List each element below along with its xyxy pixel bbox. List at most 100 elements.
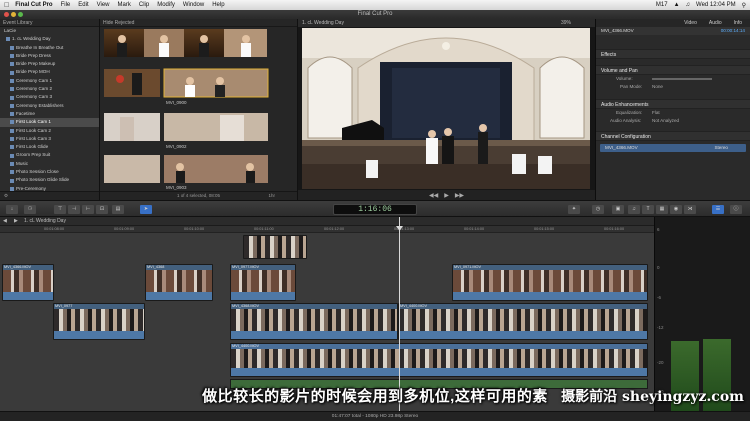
menu-view[interactable]: View bbox=[97, 2, 110, 8]
section-volume-pan[interactable]: Volume and Pan bbox=[596, 65, 750, 75]
event-item[interactable]: Ceremony Cam 2 bbox=[0, 85, 99, 93]
spotlight-icon[interactable]: ⚲ bbox=[742, 2, 746, 9]
select-tool-icon[interactable]: ➤ bbox=[140, 205, 152, 214]
zoom-icon[interactable] bbox=[18, 12, 23, 17]
clip-name: MVI_0977.MOV bbox=[232, 265, 260, 269]
thumb-mvi-0904a[interactable] bbox=[104, 155, 160, 183]
menubar-clock[interactable]: Wed 12:04 PM bbox=[696, 2, 736, 8]
event-item[interactable]: Bride Prep MOH bbox=[0, 68, 99, 76]
enhancements-icon[interactable]: ✦ bbox=[568, 205, 580, 214]
tab-info[interactable]: Info bbox=[734, 19, 742, 27]
transitions-icon[interactable]: ⋊ bbox=[684, 205, 696, 214]
menu-modify[interactable]: Modify bbox=[157, 2, 175, 8]
playhead[interactable] bbox=[399, 217, 400, 411]
close-icon[interactable] bbox=[4, 12, 9, 17]
event-item[interactable]: First Look Cam 3 bbox=[0, 135, 99, 143]
audio-video-icon[interactable]: ▤ bbox=[112, 205, 124, 214]
watermark: 摄影前沿 sheyingzyz.com bbox=[561, 389, 744, 405]
music-icon[interactable]: ♫ bbox=[628, 205, 640, 214]
photos-icon[interactable]: ▣ bbox=[612, 205, 624, 214]
next-icon[interactable]: ▶▶ bbox=[455, 192, 464, 199]
eq-row: Equalization: Flat bbox=[596, 109, 750, 117]
analysis-row: Audio Analysis: Not Analyzed bbox=[596, 117, 750, 125]
insert-clip-icon[interactable]: ⊣ bbox=[68, 205, 80, 214]
menu-app-name[interactable]: Final Cut Pro bbox=[15, 2, 52, 8]
timeline-clip[interactable]: MVI_4366.MOV bbox=[2, 264, 54, 301]
event-item[interactable]: Music bbox=[0, 160, 99, 168]
channel-config-row[interactable]: MVI_4366.MOV Stereo bbox=[600, 144, 746, 152]
library-project[interactable]: 1. cL Wedding Day bbox=[0, 35, 99, 43]
timeline-forward-icon[interactable]: ▶ bbox=[14, 217, 18, 226]
keyword-icon[interactable]: ⚆ bbox=[24, 205, 36, 214]
play-icon[interactable]: ▶ bbox=[444, 192, 449, 199]
inspector-toggle-icon[interactable]: ⓘ bbox=[730, 205, 742, 214]
event-item[interactable]: Photo Session Close bbox=[0, 168, 99, 176]
timeline-clip[interactable]: MVI_0977 bbox=[53, 303, 145, 340]
apple-menu-icon[interactable]:  bbox=[4, 2, 9, 9]
retime-icon[interactable]: ◷ bbox=[592, 205, 604, 214]
inspector: Video Audio Info MVI_4366.MOV 00:00:14:1… bbox=[596, 19, 750, 200]
menu-clip[interactable]: Clip bbox=[139, 2, 149, 8]
dashboard-timecode[interactable]: 1:16:06 bbox=[333, 204, 417, 215]
viewer-frame[interactable] bbox=[302, 28, 590, 189]
event-item[interactable]: First Look Cam 1 bbox=[0, 118, 99, 127]
library-root[interactable]: LaCie bbox=[0, 27, 99, 35]
menu-bar:  Final Cut Pro File Edit View Mark Clip… bbox=[0, 0, 750, 10]
tab-video[interactable]: Video bbox=[684, 19, 697, 27]
menu-mark[interactable]: Mark bbox=[118, 2, 131, 8]
hide-rejected-filter[interactable]: Hide Rejected bbox=[103, 20, 134, 26]
menu-window[interactable]: Window bbox=[183, 2, 204, 8]
browser-thumbnails bbox=[104, 29, 269, 183]
library-settings-icon[interactable]: ⚙ bbox=[4, 193, 8, 198]
event-item[interactable]: Bride Prep Makeup bbox=[0, 60, 99, 68]
event-item[interactable]: First Look Cam 2 bbox=[0, 127, 99, 135]
primary-storyline-clip[interactable]: MVI_4400.MOV bbox=[230, 343, 648, 377]
timeline-clip[interactable]: MVI_4368 bbox=[145, 264, 213, 301]
timeline-ruler[interactable]: 00:01:08:00 00:01:09:00 00:01:10:00 00:01:1… bbox=[0, 226, 694, 233]
timeline-clip[interactable] bbox=[243, 235, 307, 259]
channel-mode[interactable]: Stereo bbox=[714, 144, 728, 152]
import-icon[interactable]: ↓ bbox=[6, 205, 18, 214]
status-item[interactable]: M17 bbox=[656, 2, 668, 8]
menu-file[interactable]: File bbox=[61, 2, 71, 8]
generators-icon[interactable]: ▦ bbox=[656, 205, 668, 214]
section-effects[interactable]: Effects bbox=[596, 49, 750, 59]
wifi-icon[interactable]: ▲ bbox=[674, 2, 680, 8]
timeline-index-icon[interactable]: ☰ bbox=[712, 205, 724, 214]
timeline-clip[interactable]: MVI_4368.MOV bbox=[230, 303, 398, 340]
themes-icon[interactable]: ◉ bbox=[670, 205, 682, 214]
timeline-clip[interactable]: MVI_0977.MOV bbox=[230, 264, 296, 301]
event-item[interactable]: Ceremony Establishers bbox=[0, 102, 99, 110]
minimize-icon[interactable] bbox=[11, 12, 16, 17]
pan-mode-value[interactable]: None bbox=[652, 83, 663, 91]
thumb-mvi-0903[interactable] bbox=[164, 113, 268, 141]
append-clip-icon[interactable]: ⊢ bbox=[82, 205, 94, 214]
event-item[interactable]: Ceremony Cam 3 bbox=[0, 93, 99, 101]
connect-clip-icon[interactable]: ⊤ bbox=[54, 205, 66, 214]
event-item[interactable]: Ceremony Cam 1 bbox=[0, 77, 99, 85]
timeline-clip[interactable]: MVI_4400.MOV bbox=[398, 303, 648, 340]
thumb-row-1[interactable] bbox=[104, 29, 267, 57]
section-channel-configuration[interactable]: Channel Configuration bbox=[596, 131, 750, 141]
zoom-level[interactable]: 1hr bbox=[268, 192, 275, 200]
menu-edit[interactable]: Edit bbox=[78, 2, 88, 8]
volume-icon[interactable]: ♫ bbox=[686, 2, 691, 8]
event-item[interactable]: Bride Prep Dress bbox=[0, 52, 99, 60]
event-item[interactable]: Breathe In Breathe Out bbox=[0, 44, 99, 52]
timeline-back-icon[interactable]: ◀ bbox=[3, 217, 7, 226]
eq-value[interactable]: Flat bbox=[652, 109, 660, 117]
volume-slider[interactable] bbox=[652, 78, 712, 80]
previous-icon[interactable]: ◀◀ bbox=[429, 192, 438, 199]
overwrite-clip-icon[interactable]: ⊡ bbox=[96, 205, 108, 214]
menu-help[interactable]: Help bbox=[212, 2, 224, 8]
meter-label: -6 bbox=[657, 295, 662, 300]
event-item[interactable]: First Look Glide bbox=[0, 143, 99, 151]
viewer-zoom[interactable]: 39% bbox=[561, 19, 571, 27]
section-audio-enhancements[interactable]: Audio Enhancements bbox=[596, 99, 750, 109]
timeline-clip[interactable]: MVI_0971.MOV bbox=[452, 264, 648, 301]
event-item[interactable]: Photo Session Glide Slide bbox=[0, 176, 99, 184]
titles-icon[interactable]: T bbox=[642, 205, 654, 214]
event-item[interactable]: Facetime bbox=[0, 110, 99, 118]
tab-audio[interactable]: Audio bbox=[709, 19, 722, 27]
event-item[interactable]: Groom Prep Suit bbox=[0, 151, 99, 159]
